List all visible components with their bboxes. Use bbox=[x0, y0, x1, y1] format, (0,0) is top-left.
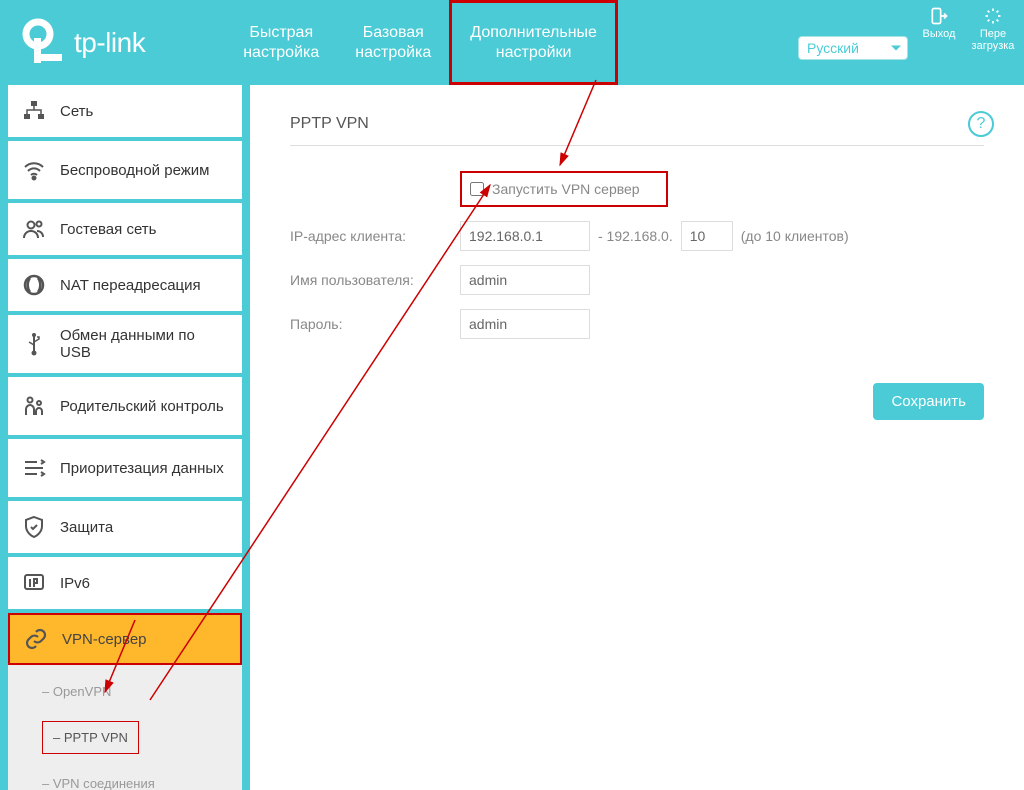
sidebar-item-qos[interactable]: Приоритезация данных bbox=[8, 439, 242, 497]
main-panel: ? PPTP VPN Запустить VPN сервер IP-адрес… bbox=[250, 85, 1024, 790]
vpn-submenu: – OpenVPN – PPTP VPN – VPN соединения bbox=[8, 665, 242, 790]
sidebar-item-wireless[interactable]: Беспроводной режим bbox=[8, 141, 242, 199]
sidebar-item-nat[interactable]: NAT переадресация bbox=[8, 259, 242, 311]
ipv6-icon bbox=[22, 571, 46, 595]
sidebar-item-ipv6[interactable]: IPv6 bbox=[8, 557, 242, 609]
sidebar-item-guest-network[interactable]: Гостевая сеть bbox=[8, 203, 242, 255]
language-select[interactable]: Русский bbox=[798, 36, 908, 60]
loading-icon bbox=[983, 6, 1003, 26]
sidebar-item-usb[interactable]: Обмен данными по USB bbox=[8, 315, 242, 373]
tab-basic-setup[interactable]: Базовая настройка bbox=[337, 0, 449, 85]
username-input[interactable] bbox=[460, 265, 590, 295]
tab-advanced-settings[interactable]: Дополнительные настройки bbox=[449, 0, 618, 85]
wifi-icon bbox=[22, 158, 46, 182]
link-icon bbox=[24, 627, 48, 651]
parental-icon bbox=[22, 394, 46, 418]
password-row: Пароль: bbox=[290, 309, 984, 339]
submenu-vpn-connections[interactable]: – VPN соединения bbox=[42, 765, 242, 790]
usb-icon bbox=[22, 332, 46, 356]
guest-icon bbox=[22, 217, 46, 241]
brand-logo-icon bbox=[20, 18, 70, 68]
client-ip-label: IP-адрес клиента: bbox=[290, 228, 460, 244]
password-label: Пароль: bbox=[290, 316, 460, 332]
enable-vpn-row: Запустить VPN сервер bbox=[290, 171, 984, 207]
sidebar-item-network[interactable]: Сеть bbox=[8, 85, 242, 137]
nav-tabs: Быстрая настройка Базовая настройка Допо… bbox=[225, 0, 618, 85]
network-icon bbox=[22, 99, 46, 123]
save-button[interactable]: Сохранить bbox=[873, 383, 984, 420]
enable-vpn-checkbox[interactable] bbox=[470, 182, 484, 196]
username-label: Имя пользователя: bbox=[290, 272, 460, 288]
username-row: Имя пользователя: bbox=[290, 265, 984, 295]
sidebar-item-parental[interactable]: Родительский контроль bbox=[8, 377, 242, 435]
enable-vpn-label: Запустить VPN сервер bbox=[492, 181, 640, 197]
sidebar-item-security[interactable]: Защита bbox=[8, 501, 242, 553]
password-input[interactable] bbox=[460, 309, 590, 339]
help-button[interactable]: ? bbox=[968, 111, 994, 137]
sidebar: Сеть Беспроводной режим Гостевая сеть NA… bbox=[0, 85, 250, 790]
ip-hint: (до 10 клиентов) bbox=[741, 228, 849, 244]
sidebar-item-vpn-server[interactable]: VPN-сервер bbox=[8, 613, 242, 665]
logout-icon bbox=[929, 6, 949, 26]
page-title: PPTP VPN bbox=[290, 115, 984, 146]
reload-button[interactable]: Пере загрузка bbox=[970, 6, 1016, 52]
logout-button[interactable]: Выход bbox=[916, 6, 962, 40]
tab-quick-setup[interactable]: Быстрая настройка bbox=[225, 0, 337, 85]
ip-range-text: - 192.168.0. bbox=[598, 228, 673, 244]
submenu-openvpn[interactable]: – OpenVPN bbox=[42, 673, 242, 710]
nat-icon bbox=[22, 273, 46, 297]
ip-end-input[interactable] bbox=[681, 221, 733, 251]
header: tp-link Быстрая настройка Базовая настро… bbox=[0, 0, 1024, 85]
qos-icon bbox=[22, 456, 46, 480]
submenu-pptp-vpn[interactable]: – PPTP VPN bbox=[42, 710, 242, 765]
shield-icon bbox=[22, 515, 46, 539]
brand-logo: tp-link bbox=[20, 18, 145, 68]
content-area: Сеть Беспроводной режим Гостевая сеть NA… bbox=[0, 85, 1024, 790]
ip-start-input[interactable] bbox=[460, 221, 590, 251]
client-ip-row: IP-адрес клиента: - 192.168.0. (до 10 кл… bbox=[290, 221, 984, 251]
header-actions: Русский Выход Пере загрузка bbox=[798, 6, 1016, 60]
brand-text: tp-link bbox=[74, 27, 145, 59]
